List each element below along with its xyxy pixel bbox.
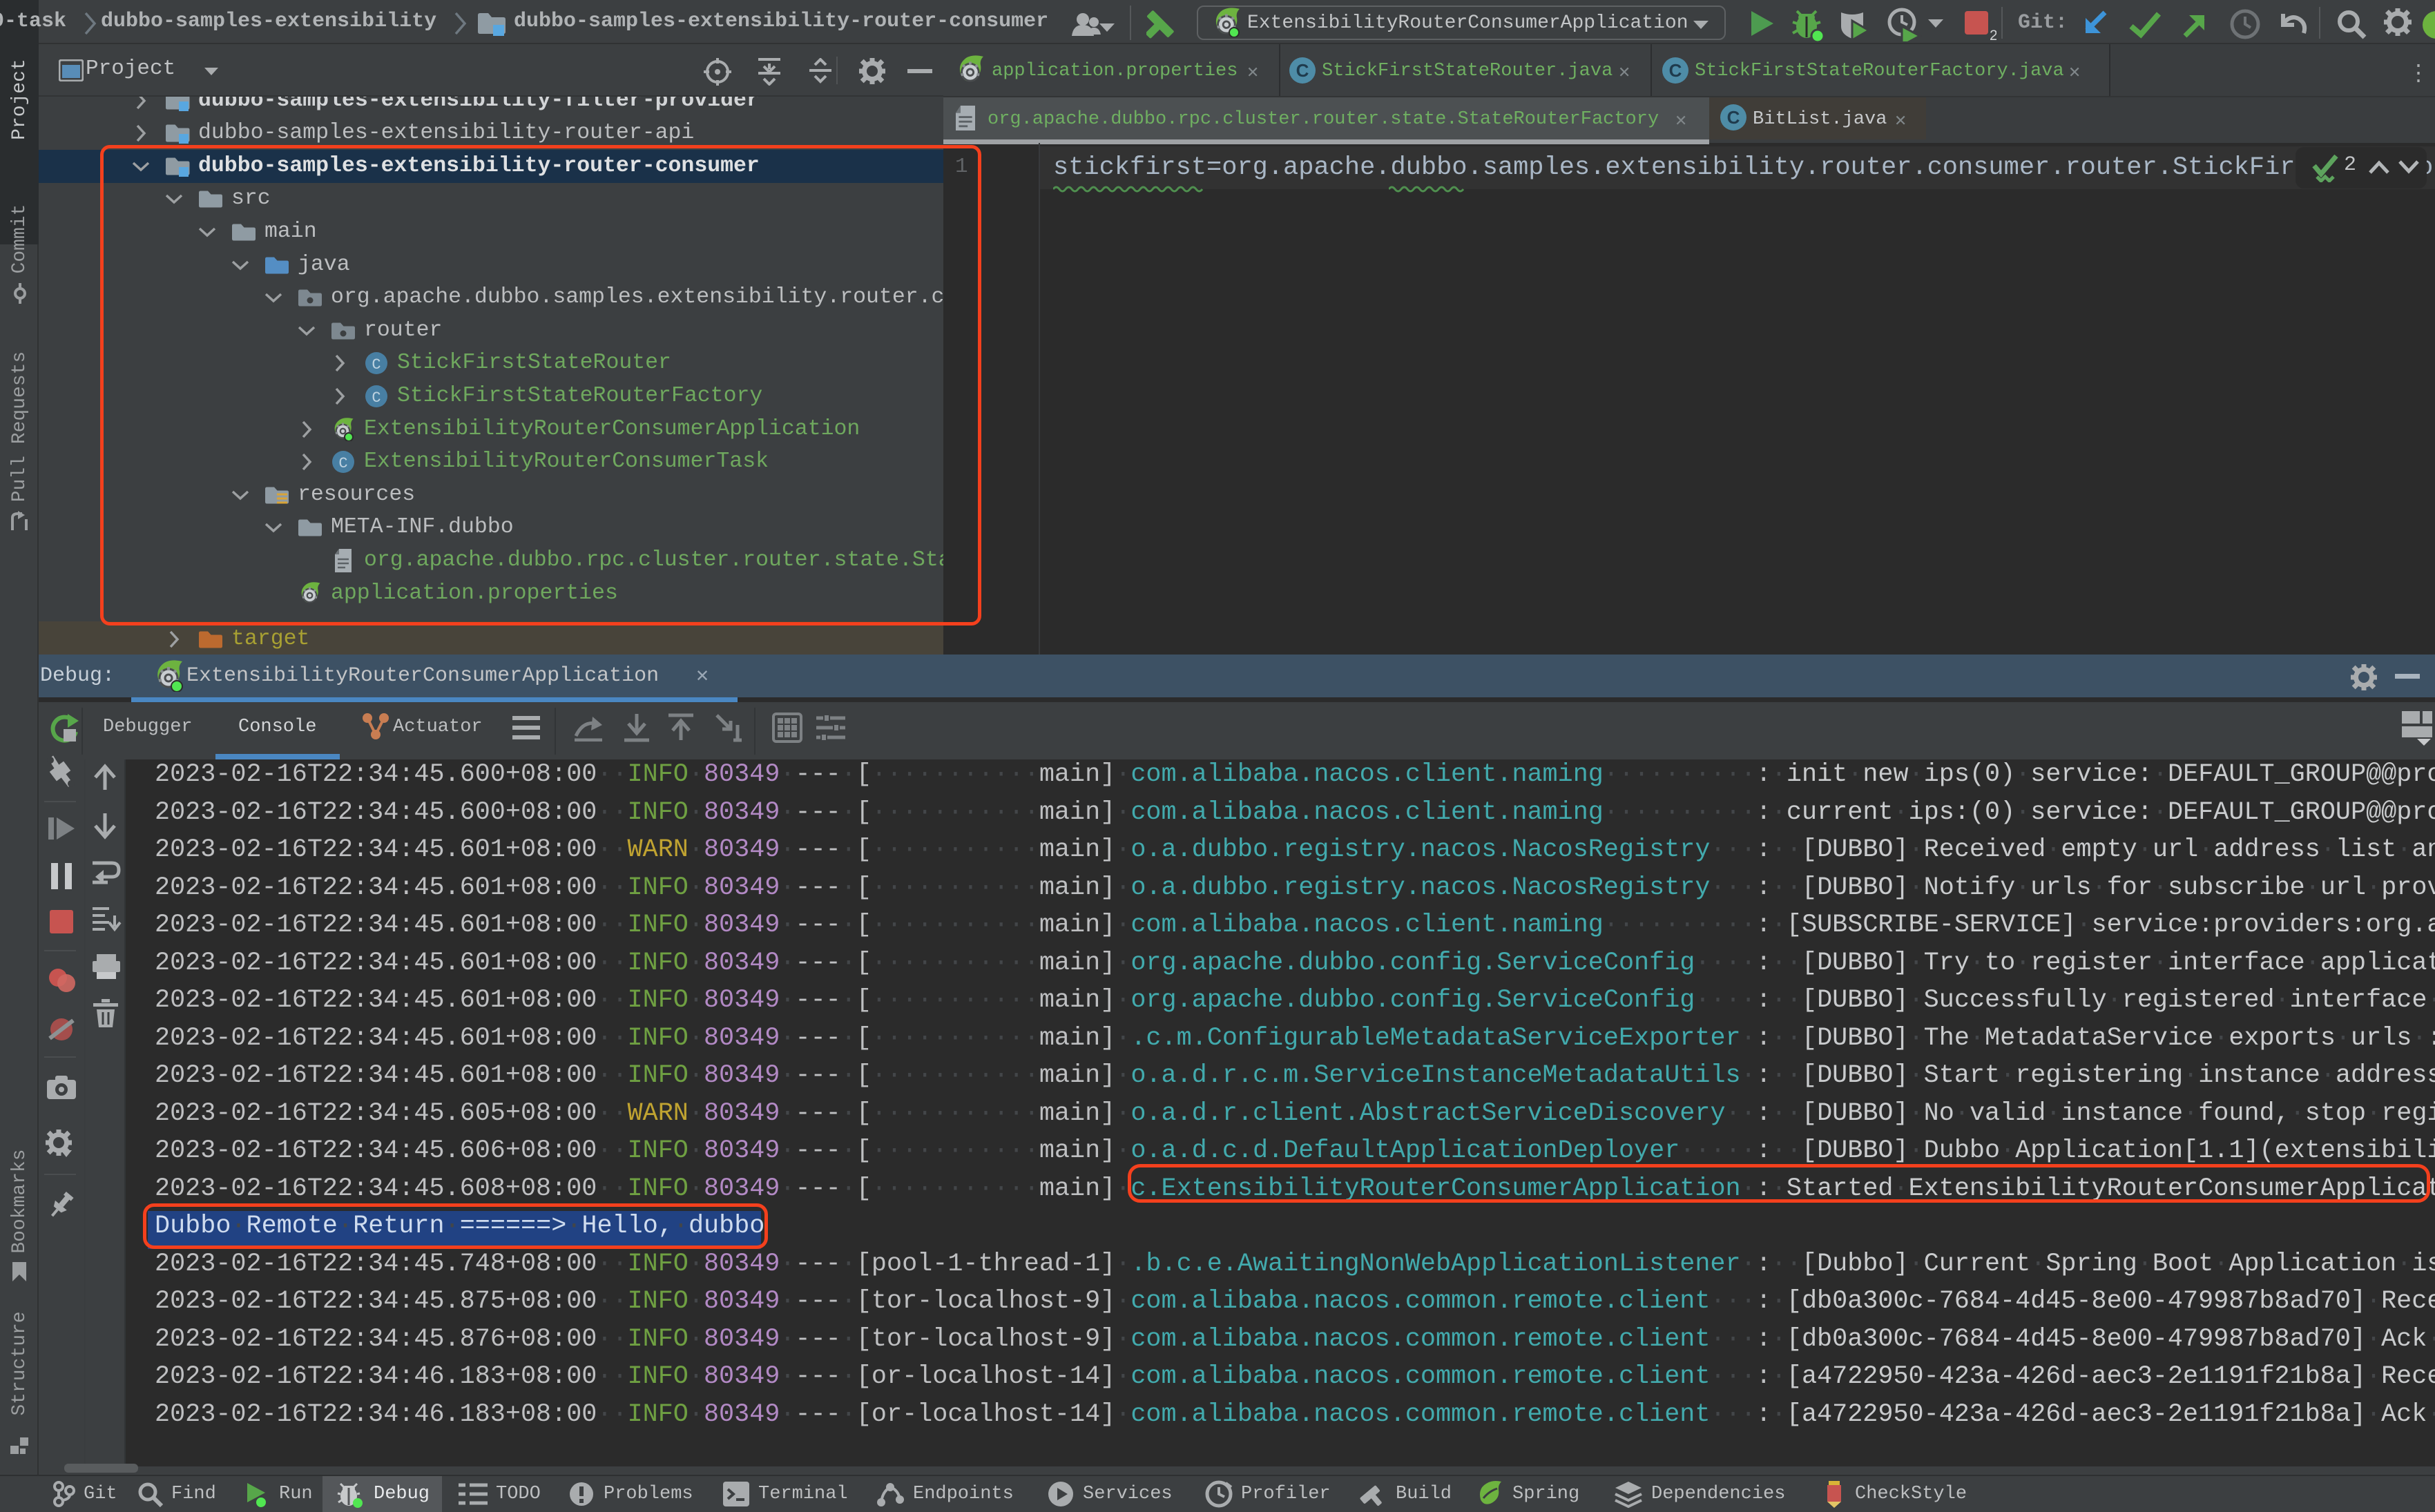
svg-text:C: C	[1296, 60, 1309, 81]
svg-text:2: 2	[1990, 28, 1996, 41]
svg-text:C: C	[1727, 107, 1740, 128]
svg-text:C: C	[1669, 60, 1682, 81]
